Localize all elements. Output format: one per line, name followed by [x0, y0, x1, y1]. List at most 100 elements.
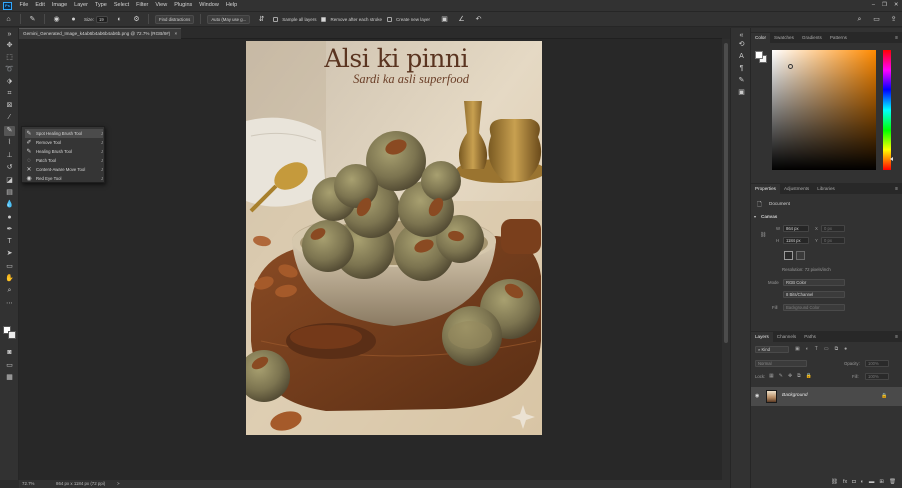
flyout-healing-brush[interactable]: ✎ Healing Brush Tool J — [25, 147, 103, 156]
collapse-icon[interactable]: » — [4, 30, 15, 40]
aligned-icon[interactable]: ⇵ — [257, 15, 266, 24]
spot-healing-brush-icon[interactable]: ✎ — [28, 15, 37, 24]
zoom-tool-icon[interactable]: ⌕ — [4, 286, 15, 296]
brush-mode-icon[interactable]: ◉ — [52, 15, 61, 24]
layer-style-icon[interactable]: fx — [843, 479, 847, 485]
search-icon[interactable]: ⌕ — [855, 15, 864, 24]
color-picker-ring[interactable] — [788, 64, 793, 69]
clone-stamp-tool-icon[interactable]: ⊥ — [4, 151, 15, 161]
tab-patterns[interactable]: Patterns — [826, 33, 851, 43]
background-color-swatch[interactable] — [8, 331, 16, 339]
flyout-remove-tool[interactable]: ✐ Remove Tool J — [25, 138, 103, 147]
quick-mask-icon[interactable]: ◙ — [4, 348, 15, 358]
x-input[interactable]: 0 px — [821, 225, 845, 232]
comment-icon[interactable]: ▣ — [440, 15, 449, 24]
new-group-icon[interactable]: ▬ — [869, 479, 875, 485]
tab-swatches[interactable]: Swatches — [770, 33, 798, 43]
menu-type[interactable]: Type — [91, 0, 110, 11]
tab-layers[interactable]: Layers — [751, 332, 773, 342]
menu-help[interactable]: Help — [222, 0, 240, 11]
visibility-eye-icon[interactable]: ◉ — [755, 393, 759, 399]
history-brush-tool-icon[interactable]: ↺ — [4, 163, 15, 173]
y-input[interactable]: 0 px — [821, 237, 845, 244]
close-button[interactable]: ✕ — [890, 0, 902, 11]
status-menu-arrow[interactable]: > — [117, 480, 120, 488]
menu-view[interactable]: View — [152, 0, 171, 11]
document-canvas[interactable]: Alsi ki pinni Sardi ka asli superfood — [246, 41, 542, 435]
panel-menu-icon[interactable]: ≡ — [895, 33, 898, 43]
character-icon[interactable]: A — [736, 52, 747, 62]
lock-all-icon[interactable]: 🔒 — [806, 373, 812, 379]
width-input[interactable]: 864 px — [783, 225, 809, 232]
lock-artboard-icon[interactable]: ⧉ — [797, 373, 801, 379]
menu-plugins[interactable]: Plugins — [171, 0, 196, 11]
find-distractions-dropdown[interactable]: Find distractions — [155, 14, 195, 24]
paragraph-icon[interactable]: ¶ — [736, 64, 747, 74]
tab-adjustments[interactable]: Adjustments — [780, 184, 813, 194]
canvas-fill-select[interactable]: Background Color — [783, 304, 845, 311]
create-new-layer-checkbox[interactable] — [386, 16, 392, 22]
path-selection-tool-icon[interactable]: ➤ — [4, 249, 15, 259]
restore-button[interactable]: ❐ — [878, 0, 890, 11]
brushes-icon[interactable]: ✎ — [736, 76, 747, 86]
home-icon[interactable]: ⌂ — [4, 15, 13, 24]
undo-icon[interactable]: ↶ — [474, 15, 483, 24]
share-icon[interactable]: ⇪ — [889, 15, 898, 24]
more-tools-icon[interactable]: ⋯ — [4, 299, 15, 309]
size-input[interactable]: 19 — [96, 15, 109, 23]
chevron-down-icon[interactable]: ▾ — [754, 214, 756, 219]
opacity-input[interactable]: 100% — [865, 360, 889, 367]
remove-after-stroke-checkbox[interactable] — [321, 16, 327, 22]
frame-tool-icon[interactable]: ⊠ — [4, 101, 15, 111]
crop-tool-icon[interactable]: ⌗ — [4, 89, 15, 99]
workspace-icon[interactable]: ▭ — [872, 15, 881, 24]
adjustment-layer-icon[interactable]: ◐ — [861, 479, 864, 485]
move-tool-icon[interactable]: ✥ — [4, 41, 15, 51]
portrait-orientation-icon[interactable] — [784, 251, 793, 260]
zoom-level[interactable]: 72.7% — [22, 480, 34, 488]
lock-transparency-icon[interactable]: ▦ — [769, 373, 774, 379]
layer-name[interactable]: Background — [782, 393, 808, 398]
menu-select[interactable]: Select — [110, 0, 132, 11]
blur-tool-icon[interactable]: 💧 — [4, 200, 15, 210]
flyout-content-aware-move[interactable]: ✕ Content-Aware Move Tool J — [25, 165, 103, 174]
fill-opacity-input[interactable]: 100% — [865, 373, 889, 380]
flyout-red-eye-tool[interactable]: ◉ Red Eye Tool J — [25, 174, 103, 183]
object-selection-tool-icon[interactable]: ⬗ — [4, 77, 15, 87]
lock-position-icon[interactable]: ✥ — [788, 373, 792, 379]
document-tab[interactable]: Gemini_Generated_Image_k4ab6b4ab6b4ab6b.… — [19, 28, 182, 39]
mode-dropdown[interactable]: Auto (May use g... — [207, 14, 251, 24]
marquee-tool-icon[interactable]: ⬚ — [4, 53, 15, 63]
panel-menu-icon[interactable]: ≡ — [895, 184, 898, 194]
pen-tool-icon[interactable]: ✒ — [4, 225, 15, 235]
tab-color[interactable]: Color — [751, 33, 770, 43]
menu-image[interactable]: Image — [48, 0, 70, 11]
tab-channels[interactable]: Channels — [773, 332, 800, 342]
screen-mode-icon[interactable]: ▭ — [4, 361, 15, 371]
eyedropper-tool-icon[interactable]: ⁄ — [4, 113, 15, 123]
height-input[interactable]: 1184 px — [783, 237, 809, 244]
healing-brush-tool-icon[interactable]: ✎ — [4, 126, 15, 136]
angle-icon[interactable]: ∠ — [457, 15, 466, 24]
hue-slider-marker[interactable] — [890, 157, 893, 161]
filter-toggle-icon[interactable]: ● — [844, 346, 847, 353]
add-mask-icon[interactable]: ◘ — [852, 479, 855, 485]
vertical-scrollbar[interactable] — [722, 39, 730, 480]
landscape-orientation-icon[interactable] — [796, 251, 805, 260]
lasso-tool-icon[interactable]: ➰ — [4, 65, 15, 75]
flyout-patch-tool[interactable]: ◌ Patch Tool J — [25, 156, 103, 165]
link-layers-icon[interactable]: ⛓ — [831, 479, 838, 485]
settings-gear-icon[interactable]: ⚙ — [132, 15, 141, 24]
tab-paths[interactable]: Paths — [800, 332, 820, 342]
sample-all-layers-checkbox[interactable] — [273, 16, 279, 22]
panel-menu-icon[interactable]: ≡ — [895, 332, 898, 342]
brush-tool-icon[interactable]: ⌇ — [4, 138, 15, 148]
gradient-tool-icon[interactable]: ▤ — [4, 188, 15, 198]
link-icon[interactable]: ⛓ — [760, 232, 766, 238]
adjustment-filter-icon[interactable]: ◐ — [806, 346, 809, 353]
type-filter-icon[interactable]: T — [815, 346, 818, 353]
hue-slider[interactable] — [883, 50, 891, 170]
menu-layer[interactable]: Layer — [71, 0, 92, 11]
layer-lock-icon[interactable]: 🔒 — [881, 393, 887, 399]
tab-properties[interactable]: Properties — [751, 184, 780, 194]
